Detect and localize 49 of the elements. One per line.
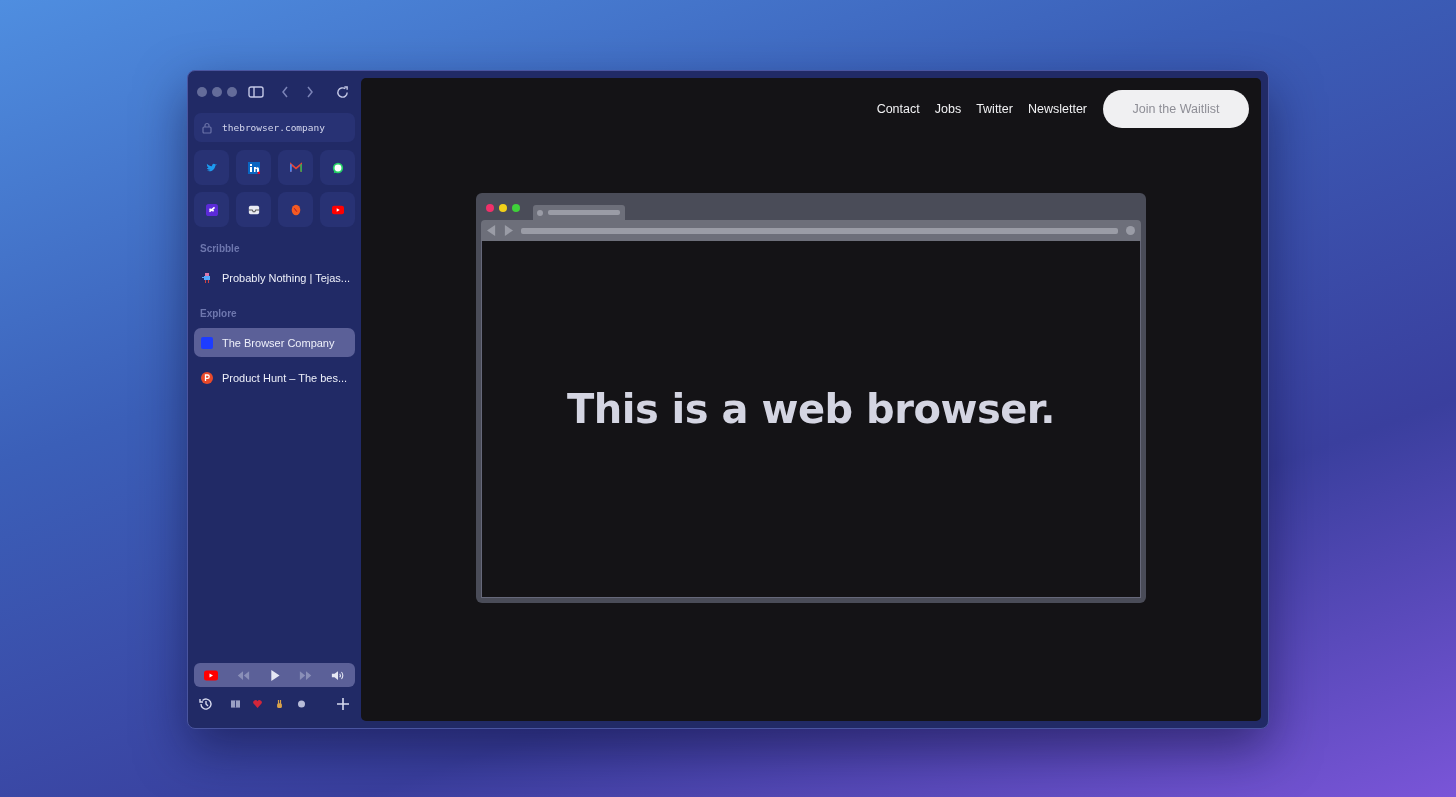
sidebar-tab[interactable]: Probably Nothing | Tejas... [194, 263, 355, 292]
video-play-icon [331, 203, 344, 216]
nav-link[interactable]: Newsletter [1027, 102, 1087, 116]
dot-icon[interactable] [297, 700, 306, 708]
pinned-tab[interactable] [236, 150, 271, 185]
traffic-light-dot [486, 204, 494, 212]
minimize-dot[interactable] [212, 87, 222, 97]
nav-link[interactable]: Jobs [934, 102, 962, 116]
blob-logo-icon [289, 203, 302, 216]
p-circle-icon [201, 371, 213, 384]
sidebar-tab[interactable]: The Browser Company [194, 328, 355, 357]
square-icon [201, 336, 213, 349]
lock-icon [202, 121, 212, 134]
video-play-icon[interactable] [204, 669, 218, 681]
forward-triangle-icon [504, 225, 513, 236]
section-heading: Explore [199, 308, 238, 321]
section-heading: Scribble [199, 243, 241, 256]
history-icon[interactable] [199, 697, 213, 711]
close-dot[interactable] [197, 87, 207, 97]
mail-m-icon [289, 161, 302, 174]
chat-bubble-icon [331, 161, 344, 174]
heart-icon[interactable] [253, 700, 262, 708]
title-bar-shape [548, 210, 620, 215]
back-triangle-icon [487, 225, 496, 236]
bird-icon [205, 161, 218, 174]
circle-shape [537, 209, 543, 216]
book-icon[interactable] [231, 700, 240, 708]
nav-link[interactable]: Contact [876, 102, 920, 116]
reload-icon[interactable] [336, 85, 349, 99]
traffic-light-dot [512, 204, 520, 212]
sidebar-tab[interactable]: Product Hunt – The bes... [194, 363, 355, 392]
nav-link[interactable]: Twitter [976, 102, 1013, 116]
address-bar[interactable]: thebrowser.company [194, 113, 355, 142]
back-icon[interactable] [281, 86, 289, 98]
pinned-tab[interactable] [320, 150, 355, 185]
forward-icon[interactable] [306, 86, 314, 98]
pinned-tab[interactable] [236, 192, 271, 227]
headline: This is a web browser. [566, 386, 1056, 432]
inbox-tray-icon [247, 203, 260, 216]
hand-icon[interactable] [275, 700, 284, 708]
traffic-light-dot [499, 204, 507, 212]
sidebar-toggle-icon[interactable] [248, 86, 264, 98]
plus-icon[interactable] [336, 697, 350, 711]
volume-icon[interactable] [331, 669, 345, 681]
circle-shape [1126, 226, 1135, 235]
in-logo-icon [247, 161, 260, 174]
app-logo-icon [205, 203, 218, 216]
pixel-figure-icon [201, 271, 213, 284]
zoom-dot[interactable] [227, 87, 237, 97]
